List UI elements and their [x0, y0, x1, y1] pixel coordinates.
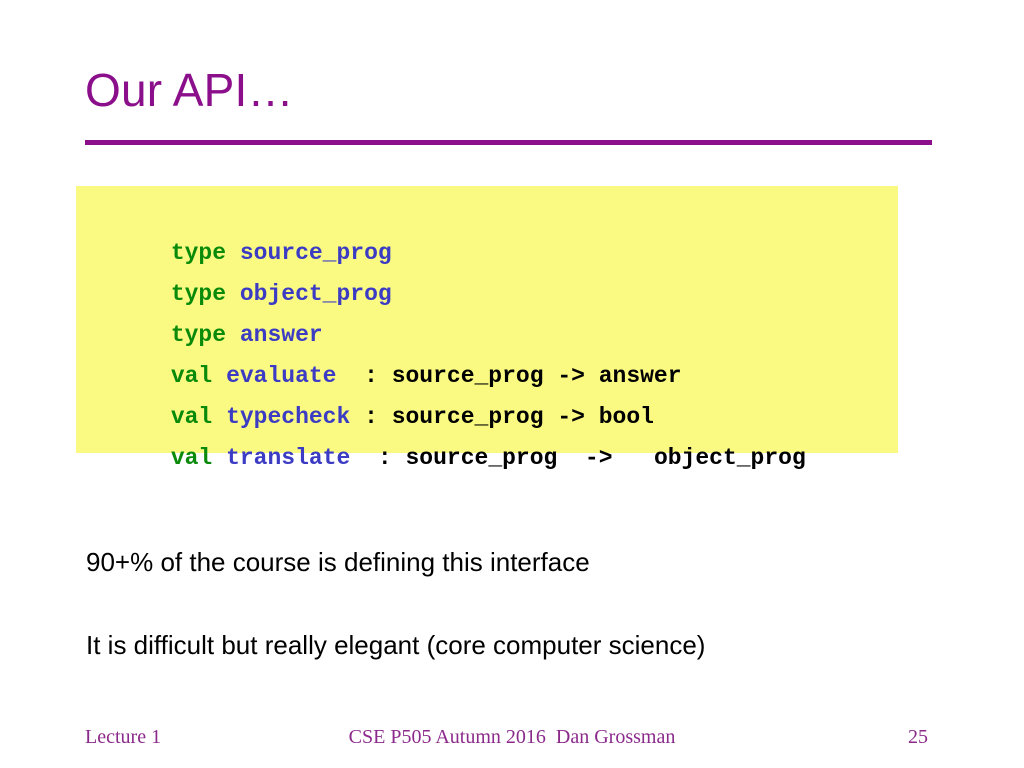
code-signature: : source_prog -> answer	[336, 363, 682, 389]
code-identifier: source_prog	[239, 240, 392, 266]
code-identifier: evaluate	[226, 363, 337, 389]
title-underline-rule	[85, 140, 932, 145]
body-line-difficulty: It is difficult but really elegant (core…	[86, 630, 706, 660]
code-line: type source_prog	[76, 192, 898, 266]
code-keyword: val	[170, 363, 213, 389]
code-identifier: translate	[226, 445, 351, 471]
footer-course-label: CSE P505 Autumn 2016 Dan Grossman	[348, 726, 676, 748]
code-keyword: val	[170, 404, 213, 430]
code-gap	[212, 404, 226, 430]
code-keyword: type	[170, 240, 227, 266]
code-identifier: typecheck	[226, 404, 351, 430]
code-gap	[212, 445, 226, 471]
slide-footer: Lecture 1 CSE P505 Autumn 2016 Dan Gross…	[0, 722, 1024, 752]
code-signature: : source_prog -> bool	[350, 404, 654, 430]
code-keyword: val	[170, 445, 213, 471]
code-identifier: object_prog	[239, 281, 392, 307]
footer-page-number: 25	[908, 726, 928, 748]
slide: Our API… type source_prog type object_pr…	[0, 0, 1024, 768]
code-keyword: type	[170, 281, 227, 307]
code-keyword: type	[170, 322, 227, 348]
code-gap	[226, 281, 240, 307]
code-gap	[226, 322, 240, 348]
code-gap	[212, 363, 226, 389]
code-signature: : source_prog -> object_prog	[350, 445, 806, 471]
body-line-coverage: 90+% of the course is defining this inte…	[86, 547, 590, 577]
code-gap	[226, 240, 240, 266]
code-identifier: answer	[239, 322, 323, 348]
code-block: type source_prog type object_prog type a…	[76, 186, 898, 471]
page-title: Our API…	[85, 64, 294, 116]
